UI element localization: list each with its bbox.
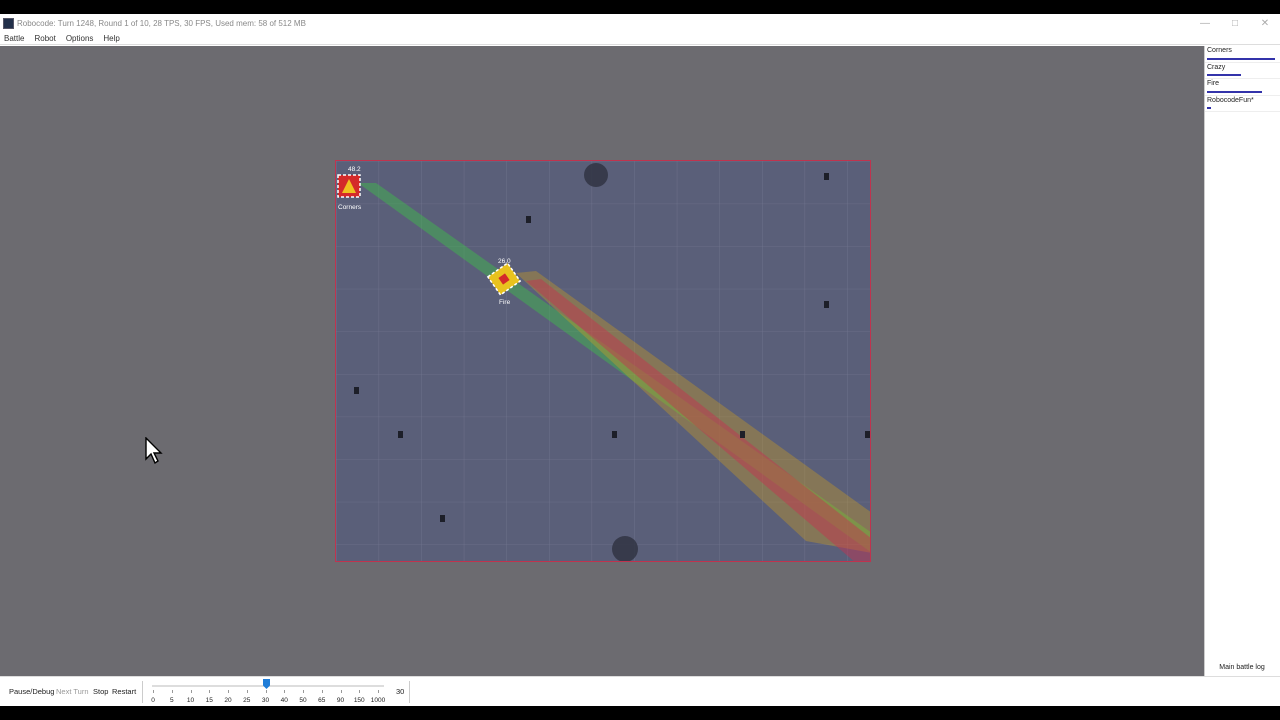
debris bbox=[398, 431, 403, 438]
tps-slider-tick bbox=[359, 690, 361, 693]
tps-slider-tick bbox=[209, 690, 211, 693]
tps-slider-thumb[interactable] bbox=[263, 679, 270, 689]
menu-bar: Battle Robot Options Help bbox=[0, 32, 1280, 45]
tps-slider-tick-label: 50 bbox=[299, 697, 307, 704]
tps-slider-tick-label: 30 bbox=[261, 697, 270, 704]
tps-slider-tick bbox=[228, 690, 229, 693]
restore-icon[interactable]: □ bbox=[1220, 14, 1250, 32]
robot-corners-energy: 48.2 bbox=[348, 166, 361, 173]
robot-entry-robocodefun[interactable]: RobocodeFun* bbox=[1205, 96, 1280, 112]
robot-entry-name: RobocodeFun* bbox=[1207, 96, 1254, 104]
tps-slider-tick-label: 10 bbox=[186, 697, 195, 704]
debris bbox=[824, 173, 829, 180]
debris bbox=[526, 216, 531, 223]
tps-slider-tick bbox=[284, 690, 286, 693]
robot-health-bar bbox=[1207, 57, 1275, 60]
tps-slider-tick-label: 20 bbox=[224, 697, 232, 704]
debris bbox=[824, 301, 829, 308]
robot-entry-name: Crazy bbox=[1207, 63, 1226, 71]
restart-button[interactable]: Restart bbox=[112, 687, 136, 696]
tps-slider-tick bbox=[303, 690, 304, 693]
robot-entry-crazy[interactable]: Crazy bbox=[1205, 63, 1280, 79]
battlefield[interactable]: 48.2 Corners 26.0 Fire bbox=[335, 160, 871, 562]
tps-slider-tick bbox=[265, 690, 267, 693]
tps-slider-tick bbox=[321, 690, 323, 693]
window-controls: — □ ✕ bbox=[1190, 14, 1280, 32]
next-turn-button[interactable]: Next Turn bbox=[56, 687, 89, 696]
tps-slider-tick-label: 90 bbox=[336, 697, 345, 704]
tps-slider-tick-label: 0 bbox=[151, 697, 155, 704]
debris bbox=[740, 431, 745, 438]
letterbox-bottom bbox=[0, 706, 1280, 720]
separator bbox=[142, 681, 143, 703]
robot-health-bar bbox=[1207, 107, 1212, 109]
tps-slider-tick-label: 5 bbox=[169, 697, 174, 704]
tps-slider-tick bbox=[246, 690, 248, 693]
tps-slider-tick-label: 1000 bbox=[370, 697, 386, 704]
minimize-icon[interactable]: — bbox=[1190, 14, 1220, 32]
battlefield-canvas: 48.2 Corners 26.0 Fire bbox=[336, 161, 870, 561]
robot-fire-label: Fire bbox=[499, 299, 511, 306]
separator bbox=[409, 681, 410, 703]
control-bar: Pause/Debug Next Turn Stop Restart 0 5 10 1… bbox=[0, 676, 1280, 706]
crater bbox=[584, 163, 608, 187]
mouse-cursor-icon bbox=[145, 437, 163, 465]
robot-list-panel: Corners Crazy Fire RobocodeFun* bbox=[1204, 46, 1280, 676]
robot-entry-corners[interactable]: Corners bbox=[1205, 46, 1280, 63]
tps-slider-tick-label: 15 bbox=[205, 697, 213, 704]
letterbox-top bbox=[0, 0, 1280, 14]
robocode-window: Robocode: Turn 1248, Round 1 of 10, 28 T… bbox=[0, 14, 1280, 706]
robot-corners-label: Corners bbox=[338, 204, 362, 211]
robot-entry-name: Fire bbox=[1207, 80, 1220, 87]
main-battle-log-button[interactable]: Main battle log bbox=[1208, 660, 1276, 674]
robot-health-bar bbox=[1207, 74, 1241, 76]
tps-slider-tick bbox=[153, 690, 154, 693]
crater bbox=[612, 536, 638, 561]
tps-slider-tick bbox=[190, 690, 192, 693]
robocode-app-icon bbox=[3, 17, 14, 29]
tps-slider-tick-label: 25 bbox=[243, 697, 251, 704]
robot-health-bar bbox=[1207, 90, 1262, 93]
title-bar: Robocode: Turn 1248, Round 1 of 10, 28 T… bbox=[0, 14, 1280, 32]
debris bbox=[440, 515, 445, 522]
tps-value: 30 bbox=[396, 687, 405, 696]
debris bbox=[865, 431, 870, 438]
robot-entry-name: Corners bbox=[1207, 47, 1232, 54]
menu-options[interactable]: Options bbox=[66, 34, 94, 43]
tps-slider-tick-label: 150 bbox=[353, 697, 365, 704]
menu-battle[interactable]: Battle bbox=[4, 34, 24, 43]
robot-entry-fire[interactable]: Fire bbox=[1205, 79, 1280, 96]
tps-slider-tick-label: 40 bbox=[280, 697, 288, 704]
stop-button[interactable]: Stop bbox=[93, 687, 108, 696]
close-icon[interactable]: ✕ bbox=[1250, 14, 1280, 32]
menu-help[interactable]: Help bbox=[103, 34, 119, 43]
debris bbox=[612, 431, 617, 438]
menu-robot[interactable]: Robot bbox=[34, 34, 55, 43]
tps-slider-tick bbox=[340, 690, 342, 693]
tps-slider-tick bbox=[171, 690, 173, 693]
debris bbox=[354, 387, 359, 394]
tps-slider-tick-label: 65 bbox=[318, 697, 326, 704]
robot-fire-energy: 26.0 bbox=[498, 258, 511, 265]
window-title: Robocode: Turn 1248, Round 1 of 10, 28 T… bbox=[17, 18, 306, 28]
tps-slider-tick bbox=[378, 690, 379, 693]
pause-debug-button[interactable]: Pause/Debug bbox=[9, 687, 54, 696]
